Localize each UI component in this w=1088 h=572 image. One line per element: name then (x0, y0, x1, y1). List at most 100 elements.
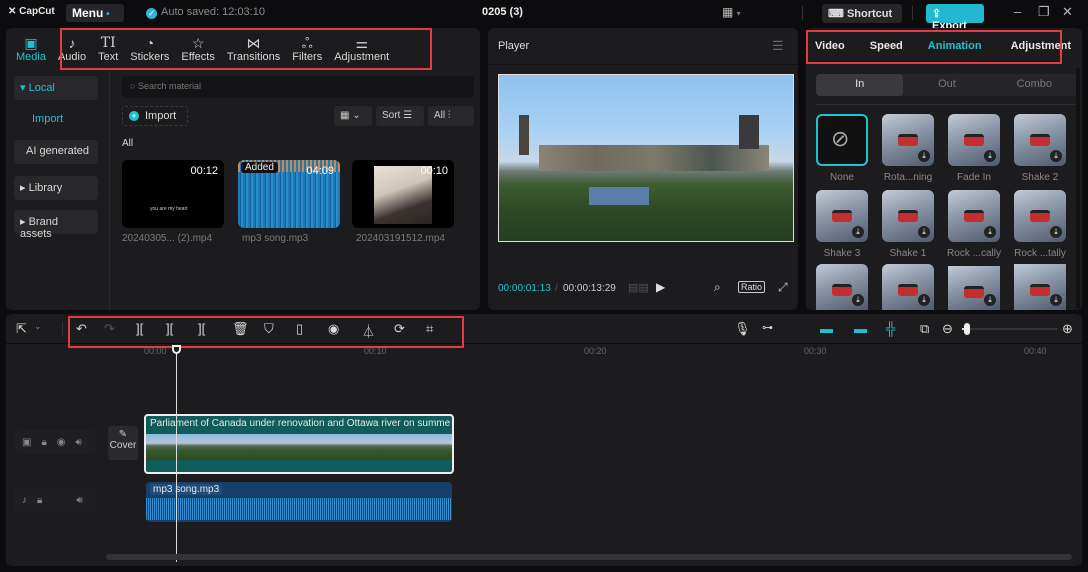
undo-icon[interactable]: ↶ (76, 321, 87, 337)
minimize-icon[interactable]: – (1014, 4, 1021, 19)
download-icon[interactable]: ⤓ (984, 226, 996, 238)
shortcut-button[interactable]: ⌨ Shortcut (822, 4, 902, 23)
segment-in[interactable]: In (816, 74, 904, 96)
animation-rock-vertically[interactable]: ⤓ (948, 190, 1000, 242)
animation-shake-3[interactable]: ⤓ (816, 190, 868, 242)
download-icon[interactable]: ⤓ (918, 150, 930, 162)
volume-icon[interactable]: 🔊︎ (76, 495, 82, 506)
microphone-icon[interactable]: 🎙 (734, 321, 751, 337)
split-left-icon[interactable]: ][ (166, 321, 173, 336)
snap-icon[interactable]: ╬ (886, 321, 895, 336)
playhead[interactable] (176, 348, 177, 562)
export-button[interactable]: ⇪ Export (926, 4, 984, 32)
animation-rotating[interactable]: ⤓ (882, 114, 934, 166)
zoom-slider[interactable] (962, 323, 1058, 335)
sidebar-item-brand-assets[interactable]: ▸ Brand assets (14, 210, 98, 240)
tab-video[interactable]: Video (806, 40, 854, 52)
tab-audio[interactable]: ♪ Audio (52, 30, 92, 68)
scrollbar[interactable] (1076, 68, 1080, 308)
lock-icon[interactable]: 🔒︎ (37, 495, 42, 506)
sidebar-item-local[interactable]: ▾ Local (14, 76, 98, 100)
download-icon[interactable]: ⤓ (852, 294, 864, 306)
animation-item[interactable]: ⤓ (816, 264, 868, 310)
fullscreen-icon[interactable]: ⤢ (778, 280, 788, 295)
animation-none[interactable]: ⊘ (816, 114, 868, 166)
video-clip[interactable]: Parliament of Canada under renovation an… (144, 414, 454, 474)
tab-media[interactable]: ▣ Media (10, 30, 52, 68)
animation-item[interactable]: ⤓ (1014, 264, 1066, 310)
menu-button[interactable]: Menu • ⌄ (66, 4, 124, 33)
tab-filters[interactable]: ஃ Filters (286, 30, 328, 68)
download-icon[interactable]: ⤓ (918, 226, 930, 238)
animation-shake-2[interactable]: ⤓ (1014, 114, 1066, 166)
download-icon[interactable]: ⤓ (918, 294, 930, 306)
play-icon[interactable]: ▶ (656, 280, 665, 294)
redo-icon[interactable]: ↷ (104, 321, 115, 337)
media-item[interactable]: 00:10 (352, 160, 454, 228)
delete-icon[interactable]: 🗑 (232, 321, 249, 337)
linkage-icon[interactable]: ▬ (854, 321, 867, 336)
tab-adjustment[interactable]: Adjustment (991, 40, 1081, 52)
download-icon[interactable]: ⤓ (984, 150, 996, 162)
preview-axis-icon[interactable]: ⧉ (920, 321, 929, 337)
mark-icon[interactable]: ⛉ (264, 321, 274, 337)
playhead-handle[interactable] (172, 345, 181, 354)
sidebar-item-import[interactable]: Import (14, 108, 98, 132)
eye-icon[interactable]: ◉ (57, 437, 66, 448)
filter-button[interactable]: All ⫶ (428, 106, 474, 126)
audio-clip[interactable]: mp3 song.mp3 (146, 482, 452, 522)
ratio-button[interactable]: Ratio (738, 281, 766, 293)
search-input[interactable]: ○ Search material (122, 76, 474, 98)
split-icon[interactable]: ][ (136, 321, 143, 336)
download-icon[interactable]: ⤓ (852, 226, 864, 238)
restore-icon[interactable]: ❐ (1038, 4, 1050, 20)
split-right-icon[interactable]: ][ (198, 321, 205, 336)
freeze-icon[interactable]: ▯ (296, 321, 303, 337)
animation-shake-1[interactable]: ⤓ (882, 190, 934, 242)
layout-icon[interactable]: ▦ ▾ (722, 5, 741, 19)
reverse-icon[interactable]: ◉ (328, 321, 339, 337)
animation-item[interactable]: ⤓ (948, 266, 1000, 310)
lock-icon[interactable]: 🔒︎ (41, 437, 46, 448)
download-icon[interactable]: ⤓ (984, 294, 996, 306)
zoom-in-icon[interactable]: ⊕ (1062, 321, 1073, 337)
cover-button[interactable]: ✎ Cover (108, 426, 138, 460)
import-button[interactable]: + Import (122, 106, 188, 126)
download-icon[interactable]: ⤓ (1050, 294, 1062, 306)
animation-item[interactable]: ⤓ (882, 264, 934, 310)
tab-text[interactable]: TI Text (92, 30, 124, 68)
animation-rock-horizontally[interactable]: ⤓ (1014, 190, 1066, 242)
animation-fade-in[interactable]: ⤓ (948, 114, 1000, 166)
select-tool-icon[interactable]: ⇱ (16, 321, 27, 337)
menu-icon[interactable]: ☰ (772, 38, 784, 54)
media-item[interactable]: 00:12 you are my heart (122, 160, 224, 228)
chevron-down-icon[interactable]: ⌄ (34, 321, 42, 332)
segment-out[interactable]: Out (903, 74, 990, 96)
tab-stickers[interactable]: ◔ Stickers (124, 30, 175, 68)
zoom-slider-handle[interactable] (963, 323, 970, 335)
media-item[interactable]: Added 04:09 (238, 160, 340, 228)
mirror-icon[interactable]: ⏃ (362, 321, 375, 340)
view-toggle[interactable]: ▦ ⌄ (334, 106, 372, 126)
time-ruler[interactable]: 00:00 00:10 00:20 00:30 00:40 (102, 344, 1082, 360)
video-preview[interactable] (498, 74, 794, 242)
crop-icon[interactable]: ⌗ (426, 321, 433, 337)
link-icon[interactable]: ⊶ (762, 321, 773, 334)
tab-transitions[interactable]: ⋈ Transitions (221, 30, 286, 68)
volume-icon[interactable]: 🔊︎ (76, 437, 82, 448)
rotate-icon[interactable]: ⟳ (394, 321, 405, 337)
segment-combo[interactable]: Combo (991, 74, 1078, 96)
zoom-out-icon[interactable]: ⊖ (942, 321, 953, 337)
horizontal-scrollbar[interactable] (106, 554, 1072, 560)
sort-button[interactable]: Sort ☰ (376, 106, 424, 126)
download-icon[interactable]: ⤓ (1050, 226, 1062, 238)
tab-adjustment[interactable]: ⚌ Adjustment (328, 30, 395, 68)
sidebar-item-ai-generated[interactable]: AI generated (14, 140, 98, 164)
tab-effects[interactable]: ☆ Effects (175, 30, 220, 68)
download-icon[interactable]: ⤓ (1050, 150, 1062, 162)
zoom-fit-icon[interactable]: ⌕ (714, 280, 721, 295)
close-icon[interactable]: ✕ (1062, 4, 1073, 20)
sidebar-item-library[interactable]: ▸ Library (14, 176, 98, 200)
tab-animation[interactable]: Animation (912, 40, 991, 52)
tab-speed[interactable]: Speed (854, 40, 912, 52)
